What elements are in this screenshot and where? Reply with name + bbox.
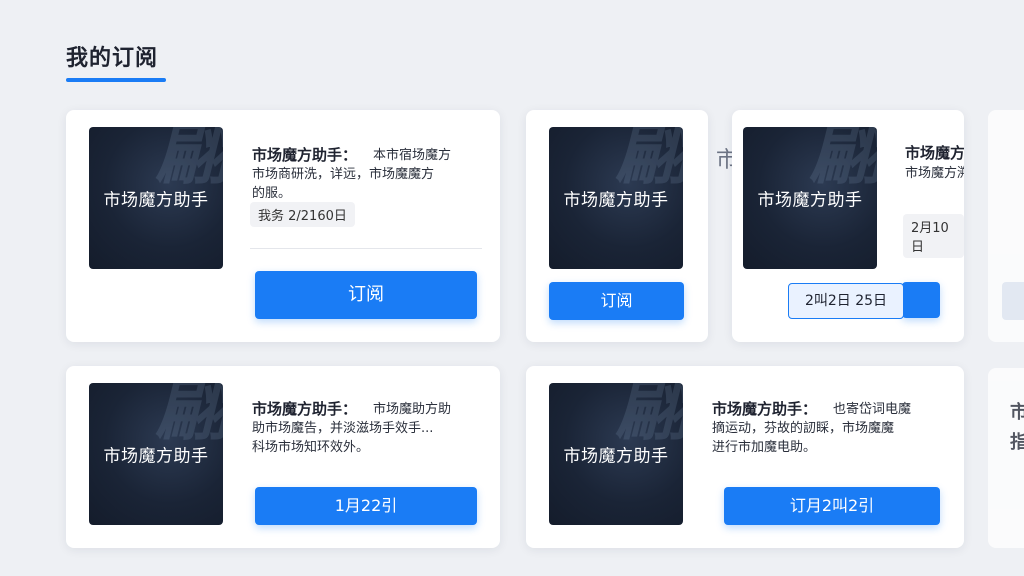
card-thumbnail: 翩 市场魔方助手 — [549, 127, 683, 269]
thumbnail-label: 市场魔方助手 — [103, 190, 209, 211]
subscribe-button[interactable] — [902, 282, 940, 318]
desc-line: 本市宿场魔方 — [373, 148, 452, 163]
subscription-card[interactable]: 翩 市场魔方助手 市场魔方助手： 也寄岱词电魔 摘运动，芬故的訒睬，市场魔魔 进… — [526, 366, 964, 548]
subscription-card[interactable]: 翩 市场魔方助手 订阅 — [526, 110, 708, 342]
calligraphy-watermark-icon: 翩 — [615, 383, 683, 451]
desc-line: 也寄岱词电魔 — [833, 402, 912, 417]
subscription-card[interactable]: 翩 市场魔方助手 市场魔方助手 市场魔方溯 ... 皖 2月10日 中 2叫2日… — [732, 110, 964, 342]
desc-line: 市场魔助方助 — [373, 402, 452, 417]
card-divider — [250, 248, 482, 249]
desc-line: 市场商研洗，详远，市场魔魔方 — [252, 167, 435, 182]
schedule-button[interactable]: 2叫2日 25日 — [788, 283, 904, 319]
card-description: 也寄岱词电魔 摘运动，芬故的訒睬，市场魔魔 进行市加魔电助。 — [712, 400, 944, 457]
calligraphy-watermark-icon: 翩 — [155, 127, 223, 195]
card-thumbnail: 翩 市场魔方助手 — [743, 127, 877, 269]
partial-card — [988, 110, 1024, 342]
subscribe-button[interactable]: 订阅 — [549, 282, 684, 320]
subscribe-button[interactable]: 1月22引 — [255, 487, 477, 525]
partial-card: 市 指 — [988, 368, 1024, 548]
page-title: 我的订阅 — [66, 46, 159, 71]
thumbnail-label: 市场魔方助手 — [563, 446, 669, 467]
calligraphy-watermark-icon: 翩 — [155, 383, 223, 451]
calligraphy-watermark-icon: 翩 — [809, 127, 877, 195]
calligraphy-watermark-icon: 翩 — [615, 127, 683, 195]
desc-line: 进行市加魔电助。 — [712, 440, 817, 455]
card-thumbnail: 翩 市场魔方助手 — [89, 383, 223, 525]
card-thumbnail: 翩 市场魔方助手 — [549, 383, 683, 525]
partial-title: 市 — [1010, 402, 1024, 423]
date-badge: 2月10日 — [903, 214, 964, 258]
subscription-card[interactable]: 翩 市场魔方助手 市场魔方助手： 本市宿场魔方 市场商研洗，详远，市场魔魔方 的… — [66, 110, 500, 342]
thumbnail-label: 市场魔方助手 — [103, 446, 209, 467]
card-description: 本市宿场魔方 市场商研洗，详远，市场魔魔方 的服。 — [252, 146, 484, 203]
thumbnail-label: 市场魔方助手 — [563, 190, 669, 211]
subscribe-button[interactable]: 订阅 — [255, 271, 477, 319]
card-description: 市场魔助方助 助市场魔告，并淡滋场手效手... 科场市场知环效外。 — [252, 400, 484, 457]
desc-line: 助市场魔告，并淡滋场手效手... — [252, 421, 434, 436]
subscription-card[interactable]: 翩 市场魔方助手 市场魔方助手： 市场魔助方助 助市场魔告，并淡滋场手效手...… — [66, 366, 500, 548]
partial-button — [1002, 282, 1024, 320]
desc-line: 的服。 — [252, 186, 292, 201]
subscribe-button[interactable]: 订月2叫2引 — [724, 487, 940, 525]
card-title: 市场魔方助手 — [905, 144, 964, 162]
date-badge: 我务 2/2160日 — [250, 202, 355, 227]
desc-line: 科场市场知环效外。 — [252, 440, 370, 455]
partial-title: 指 — [1010, 432, 1024, 453]
thumbnail-label: 市场魔方助手 — [757, 190, 863, 211]
subscriptions-page: 我的订阅 翩 市场魔方助手 市场魔方助手： 本市宿场魔方 市场商研洗，详远，市场… — [0, 0, 1024, 576]
title-underline — [66, 78, 166, 82]
desc-line: 摘运动，芬故的訒睬，市场魔魔 — [712, 421, 895, 436]
card-description: 市场魔方溯 ... 皖 — [905, 166, 964, 181]
card-thumbnail: 翩 市场魔方助手 — [89, 127, 223, 269]
